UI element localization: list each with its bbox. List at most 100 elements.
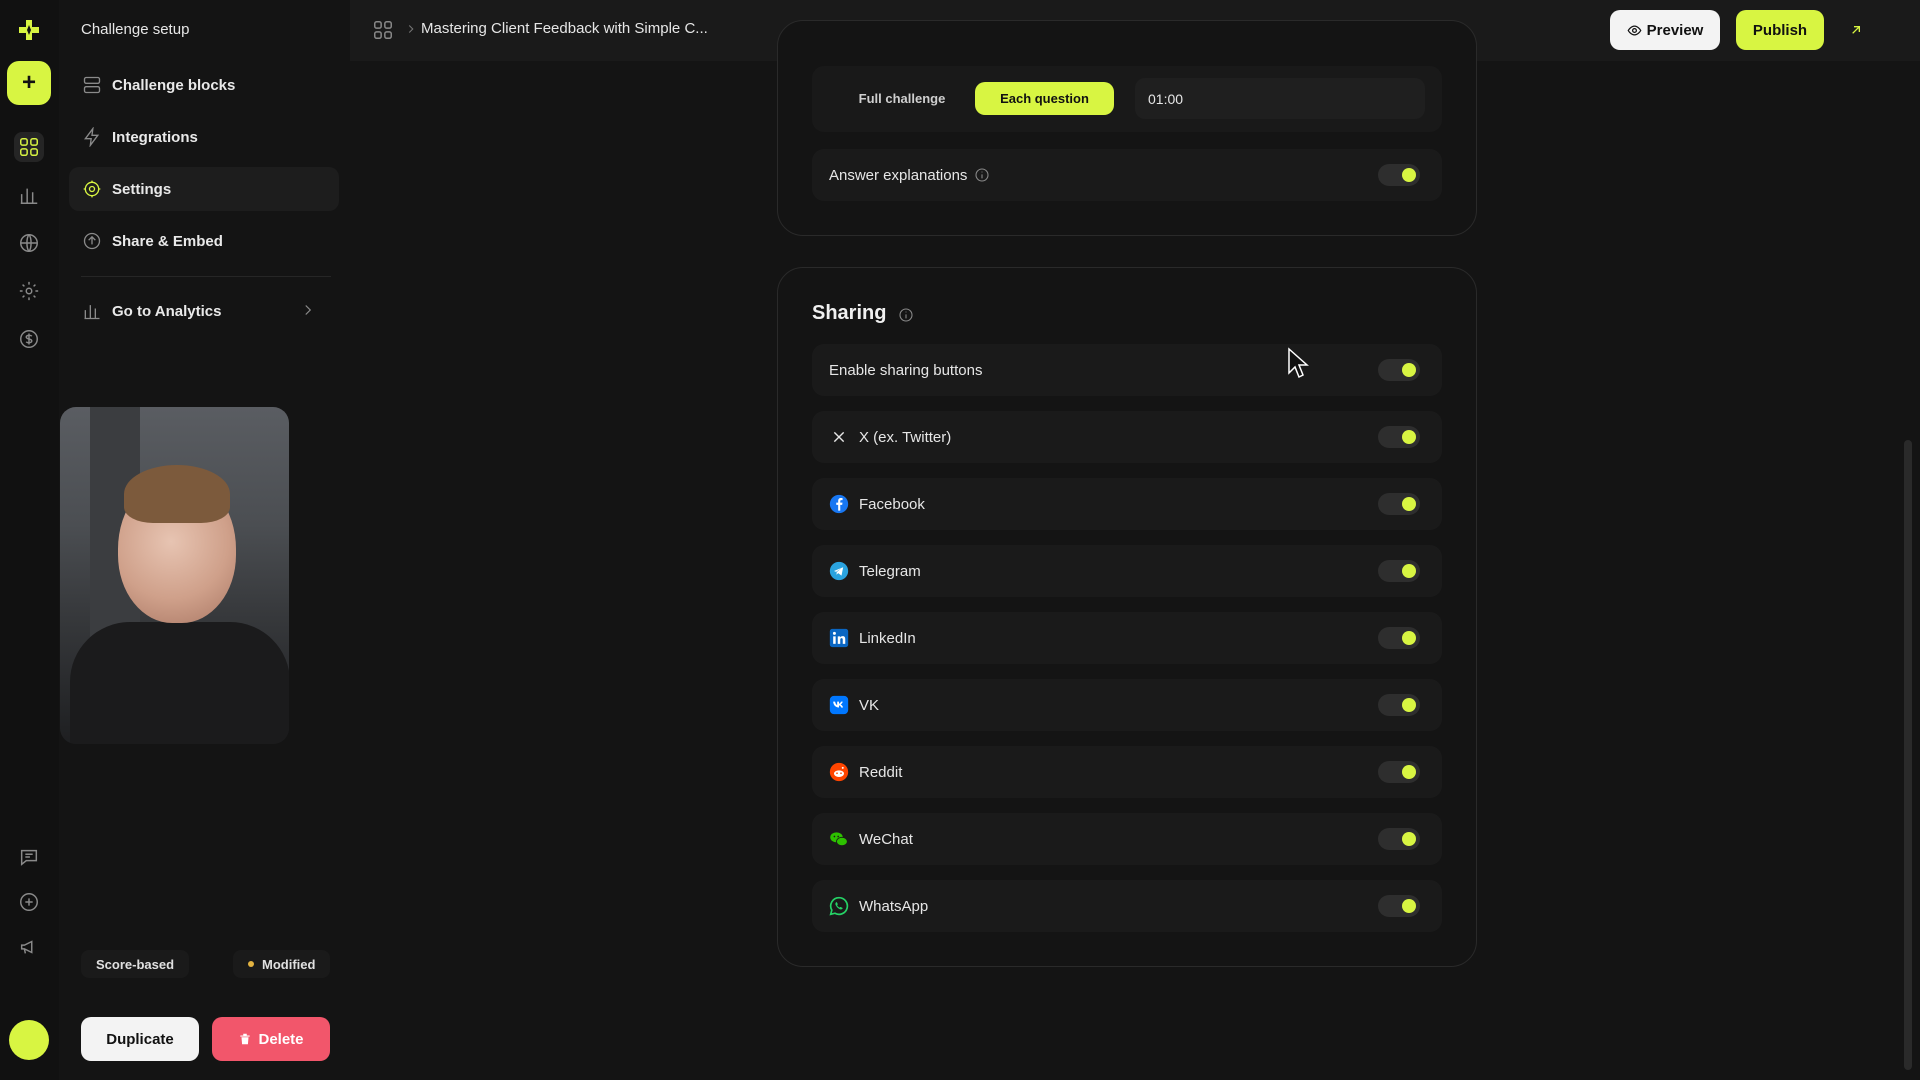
trash-icon [240,1033,251,1045]
sharing-row-wechat: WeChat [812,813,1442,865]
info-icon[interactable] [974,167,990,183]
status-dot [248,961,254,967]
whatsapp-toggle[interactable] [1378,895,1420,917]
arrow-up-right-icon [1852,26,1860,34]
linkedin-icon [829,628,849,648]
sidebar-title: Challenge setup [81,21,190,38]
rail-settings-icon[interactable] [14,276,44,306]
preview-button[interactable]: Preview [1610,10,1720,50]
row-label: Facebook [859,495,925,513]
row-label: Enable sharing buttons [829,361,983,379]
rail-billing-icon[interactable] [14,324,44,354]
sidebar-item-label: Share & Embed [112,232,223,250]
chevron-right-icon [305,305,312,315]
answer-explanations-row: Answer explanations [812,149,1442,201]
sidebar-item-label: Integrations [112,128,198,146]
rail-megaphone-icon[interactable] [14,932,44,962]
toggle-knob [1402,899,1416,913]
linkedin-toggle[interactable] [1378,627,1420,649]
sharing-row-facebook: Facebook [812,478,1442,530]
x-toggle[interactable] [1378,426,1420,448]
enable-sharing-toggle[interactable] [1378,359,1420,381]
sidebar-item-share-embed[interactable]: Share & Embed [69,219,339,263]
sharing-row-vk: VK [812,679,1442,731]
wechat-toggle[interactable] [1378,828,1420,850]
user-avatar[interactable] [9,1020,49,1060]
preview-label: Preview [1646,21,1704,39]
lightning-icon [84,127,100,147]
grid-icon[interactable] [372,19,394,41]
reddit-toggle[interactable] [1378,761,1420,783]
rail-add-circle-icon[interactable] [14,887,44,917]
vk-toggle[interactable] [1378,694,1420,716]
row-label: Answer explanations [829,166,968,184]
answer-explanations-toggle[interactable] [1378,164,1420,186]
share-icon [83,232,101,250]
sharing-row-enable: Enable sharing buttons [812,344,1442,396]
sidebar-item-go-to-analytics[interactable]: Go to Analytics [69,289,339,333]
toggle-knob [1402,832,1416,846]
whatsapp-icon [829,896,849,916]
eye-icon [1627,24,1642,36]
reddit-icon [829,762,849,782]
info-icon[interactable] [898,306,914,322]
chevron-right-icon [408,25,414,33]
badge-label: Score-based [96,956,175,972]
vk-icon [829,695,849,715]
publish-button[interactable]: Publish [1736,10,1824,50]
timer-value-input[interactable]: 01:00 [1135,78,1425,119]
sharing-row-whatsapp: WhatsApp [812,880,1442,932]
timer-option-each-question[interactable]: Each question [975,82,1114,115]
delete-button[interactable]: Delete [212,1017,330,1061]
webcam-video[interactable] [60,407,289,744]
toggle-knob [1402,698,1416,712]
breadcrumb[interactable]: Mastering Client Feedback with Simple C.… [421,20,708,37]
app-logo-icon[interactable] [17,18,41,42]
wechat-icon [829,829,849,849]
telegram-icon [829,561,849,581]
video-person-hair [124,465,230,523]
row-label: WhatsApp [859,897,929,915]
row-label: Reddit [859,763,903,781]
open-external-button[interactable] [1836,10,1876,50]
sidebar-item-challenge-blocks[interactable]: Challenge blocks [69,63,339,107]
row-label: Telegram [859,562,921,580]
facebook-icon [829,494,849,514]
row-label: LinkedIn [859,629,916,647]
toggle-knob [1402,497,1416,511]
bar-chart-icon [84,305,100,320]
video-person-shirt [70,622,289,744]
sidebar-item-settings[interactable]: Settings [69,167,339,211]
scrollbar[interactable] [1904,440,1912,1070]
toggle-knob [1402,430,1416,444]
toggle-knob [1402,765,1416,779]
badge-label: Modified [262,956,316,972]
duplicate-button[interactable]: Duplicate [81,1017,199,1061]
timer-option-full-challenge[interactable]: Full challenge [845,82,959,115]
icon-rail: + [0,0,59,1080]
blocks-icon [83,76,101,94]
facebook-toggle[interactable] [1378,493,1420,515]
gear-icon [83,180,101,198]
sidebar-item-label: Settings [112,180,172,198]
row-label: WeChat [859,830,913,848]
sharing-row-linkedin: LinkedIn [812,612,1442,664]
sidebar-item-label: Challenge blocks [112,76,236,94]
rail-dashboard-icon[interactable] [14,132,44,162]
telegram-toggle[interactable] [1378,560,1420,582]
mouse-cursor-icon [1288,347,1309,379]
sidebar-divider [81,276,331,277]
toggle-knob [1402,564,1416,578]
row-label: X (ex. Twitter) [859,428,952,446]
x-icon [829,427,849,447]
sharing-row-x: X (ex. Twitter) [812,411,1442,463]
rail-analytics-icon[interactable] [14,180,44,210]
rail-globe-icon[interactable] [14,228,44,258]
create-button[interactable]: + [7,61,51,105]
section-title-text: Sharing [812,302,887,324]
settings-sidebar: Challenge setup Challenge blocks Integra… [59,0,350,1080]
toggle-knob [1402,631,1416,645]
sidebar-item-integrations[interactable]: Integrations [69,115,339,159]
toggle-knob [1402,363,1416,377]
rail-chat-icon[interactable] [14,842,44,872]
